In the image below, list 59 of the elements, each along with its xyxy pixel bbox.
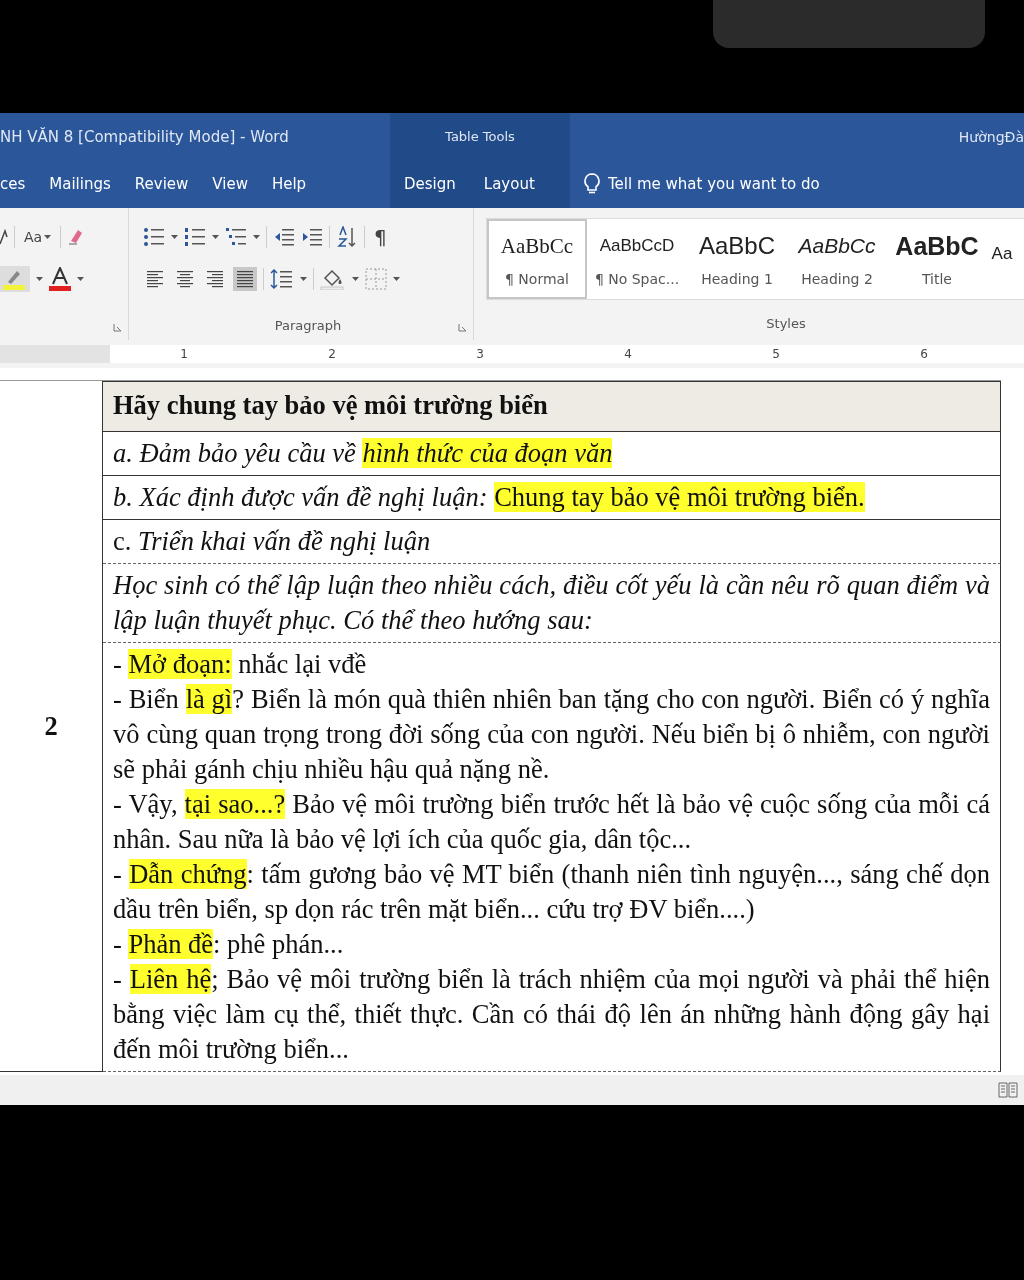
caret-icon[interactable] xyxy=(36,277,43,281)
ruler-number: 1 xyxy=(180,347,188,361)
numbering-icon[interactable] xyxy=(184,227,206,247)
caret-icon[interactable] xyxy=(171,235,178,239)
paragraph: Học sinh có thể lập luận theo nhiều cách, điều cốt yếu là cần nêu rõ quan điểm và lập luận thuyết phục. Có thể theo hướng sau: xyxy=(113,569,990,637)
ribbon-tab[interactable]: Review xyxy=(122,160,201,208)
paragraph: - Mở đoạn: nhắc lại vđề xyxy=(113,648,368,681)
shrink-font-icon[interactable] xyxy=(0,229,8,245)
group-label: Paragraph xyxy=(274,317,342,333)
paragraph: - Biển là gì? Biển là món quà thiên nhiên ban tặng cho con người. Biển có ý nghĩa vô cùng quan trọng trong đời sống của con người. Nếu biển bị ô nhiễm, con người sẽ phải gánh chịu nhiều hậu quả nặng nề. xyxy=(113,683,990,786)
dialog-launcher-icon[interactable] xyxy=(113,323,122,332)
style-option[interactable]: AaBbCc ¶ Normal xyxy=(487,219,587,299)
multilevel-list-icon[interactable] xyxy=(225,227,247,247)
paragraph: c. Triển khai vấn đề nghị luận xyxy=(113,525,432,558)
bullets-icon[interactable] xyxy=(143,227,165,247)
paragraph: - Liên hệ; Bảo vệ môi trường biển là trách nhiệm của mọi người và phải thể hiện bằng việc làm cụ thể, thiết thực. Cần có thái độ lên án những hành động gây hại đến môi trường biển... xyxy=(113,963,990,1066)
caret-icon[interactable] xyxy=(212,235,219,239)
paragraph: - Vậy, tại sao...? Bảo vệ môi trường biển trước hết là bảo vệ cuộc sống của mỗi cá nhân. Sau nữa là bảo vệ lợi ích của quốc gia, dân tộc... xyxy=(113,788,990,856)
paragraph: - Phản đề: phê phán... xyxy=(113,928,345,961)
read-mode-icon[interactable] xyxy=(998,1081,1018,1099)
ribbon-tab[interactable]: Layout xyxy=(469,160,549,208)
paragraph: - Dẫn chứng: tấm gương bảo vệ MT biển (thanh niên tình nguyện..., sáng chế dọn dầu trên biển, sp dọn rác trên mặt biển... cứu trợ ĐV biển....) xyxy=(113,858,990,926)
paragraph: a. Đảm bảo yêu cầu về hình thức của đoạn văn xyxy=(113,437,614,470)
ribbon-tab[interactable]: View xyxy=(200,160,260,208)
context-label: Table Tools xyxy=(445,129,515,144)
user-name[interactable]: HườngĐà xyxy=(958,128,1024,145)
ruler-number: 3 xyxy=(476,347,484,361)
align-justify-button[interactable] xyxy=(233,267,257,291)
sort-icon[interactable] xyxy=(336,226,358,248)
paragraph: Hãy chung tay bảo vệ môi trường biển xyxy=(113,389,549,422)
paragraph: b. Xác định được vấn đề nghị luận: Chung tay bảo vệ môi trường biển. xyxy=(113,481,866,514)
ruler-number: 6 xyxy=(920,347,928,361)
ribbon-tab[interactable]: Mailings xyxy=(37,160,123,208)
tell-me-field[interactable]: Tell me what you want to do xyxy=(608,175,868,193)
window-title: NH VĂN 8 [Compatibility Mode] - Word xyxy=(0,127,289,146)
ribbon-tab[interactable]: ces xyxy=(0,160,38,208)
ribbon-tab[interactable]: Help xyxy=(259,160,319,208)
ruler-number: 4 xyxy=(624,347,632,361)
lightbulb-icon[interactable] xyxy=(584,173,600,195)
caret-icon[interactable] xyxy=(300,277,307,281)
font-color-icon[interactable] xyxy=(49,267,71,291)
group-label: Styles xyxy=(766,315,806,331)
paint-bucket-icon[interactable] xyxy=(320,268,346,290)
ruler-number: 5 xyxy=(772,347,780,361)
caret-icon[interactable] xyxy=(352,277,359,281)
caret-icon[interactable] xyxy=(77,277,84,281)
increase-indent-icon[interactable] xyxy=(301,227,323,247)
change-case-button[interactable]: Aa xyxy=(21,227,55,247)
ribbon-tab[interactable]: Design xyxy=(390,160,470,208)
decrease-indent-icon[interactable] xyxy=(273,227,295,247)
highlighter-icon[interactable] xyxy=(0,266,30,292)
dialog-launcher-icon[interactable] xyxy=(458,323,467,332)
caret-icon[interactable] xyxy=(393,277,400,281)
ruler-number: 2 xyxy=(328,347,336,361)
line-spacing-icon[interactable] xyxy=(270,268,294,290)
row-number: 2 xyxy=(44,710,58,742)
caret-icon[interactable] xyxy=(44,235,52,239)
show-marks-button[interactable]: ¶ xyxy=(371,223,390,251)
caret-icon[interactable] xyxy=(253,235,260,239)
